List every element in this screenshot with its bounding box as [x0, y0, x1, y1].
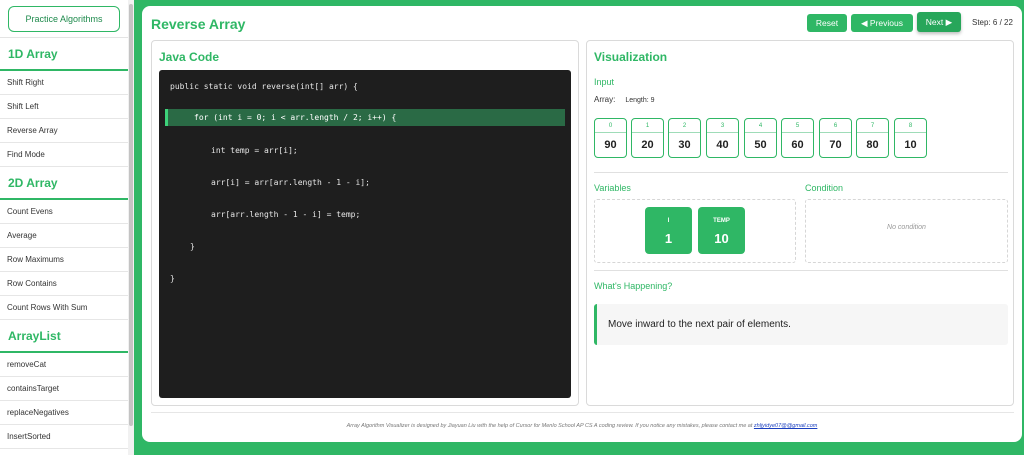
- contact-email-link[interactable]: zhljyidye07@@gmail.com: [754, 423, 817, 429]
- array-length: Length: 9: [625, 97, 655, 104]
- array-meta: Array: Length: 9: [594, 95, 655, 104]
- cell-value: 10: [904, 139, 917, 151]
- cell-index: 1: [632, 119, 663, 133]
- visualization-title: Visualization: [594, 50, 668, 64]
- sidebar-item-average[interactable]: Average: [0, 224, 128, 248]
- code-line: }: [170, 274, 175, 283]
- variable-value: 10: [714, 231, 729, 246]
- code-line: arr[i] = arr[arr.length - 1 - i];: [211, 178, 370, 187]
- array-cell: 2 30: [668, 118, 701, 158]
- reset-button[interactable]: Reset: [807, 14, 847, 32]
- sidebar-item-reverse-array[interactable]: Reverse Array: [0, 119, 128, 143]
- sidebar-item-count-evens[interactable]: Count Evens: [0, 200, 128, 224]
- sidebar-item-shift-right[interactable]: Shift Right: [0, 71, 128, 95]
- next-button[interactable]: Next ▶: [917, 12, 961, 32]
- code-block: public static void reverse(int[] arr) { …: [159, 70, 571, 398]
- sidebar-item-shift-left[interactable]: Shift Left: [0, 95, 128, 119]
- code-line: arr[arr.length - 1 - i] = temp;: [211, 210, 361, 219]
- array-cell: 1 20: [631, 118, 664, 158]
- cell-index: 3: [707, 119, 738, 133]
- code-line: public static void reverse(int[] arr) {: [170, 82, 358, 91]
- step-counter: Step: 6 / 22: [972, 18, 1013, 27]
- sidebar-item-row-maximums[interactable]: Row Maximums: [0, 248, 128, 272]
- variable-card-temp: TEMP 10: [698, 207, 745, 254]
- sidebar-item-insertsorted[interactable]: InsertSorted: [0, 425, 128, 449]
- cell-index: 6: [820, 119, 851, 133]
- section-arraylist: ArrayList: [0, 320, 128, 353]
- array-cell: 0 90: [594, 118, 627, 158]
- footer-text: Array Algorithm Visualizer is designed b…: [346, 423, 753, 429]
- sidebar-scrollbar-thumb[interactable]: [129, 4, 133, 426]
- code-line: }: [190, 242, 195, 251]
- code-line-highlighted: for (int i = 0; i < arr.length / 2; i++)…: [165, 109, 565, 126]
- section-1d-array: 1D Array: [0, 38, 128, 71]
- sidebar-item-containstarget[interactable]: containsTarget: [0, 377, 128, 401]
- cell-index: 4: [745, 119, 776, 133]
- visualization-panel: Visualization Input Array: Length: 9 0 90…: [586, 40, 1014, 406]
- explanation-box: Move inward to the next pair of elements…: [594, 304, 1008, 345]
- array-cell: 7 80: [856, 118, 889, 158]
- cell-index: 8: [895, 119, 926, 133]
- array-cell: 5 60: [781, 118, 814, 158]
- cell-index: 2: [669, 119, 700, 133]
- array-label: Array:: [594, 95, 616, 104]
- cell-value: 60: [791, 139, 804, 151]
- variable-name: I: [667, 218, 670, 224]
- footer-divider: [151, 412, 1014, 413]
- divider: [594, 270, 1008, 271]
- explanation-text: Move inward to the next pair of elements…: [608, 319, 791, 330]
- array-cell: 8 10: [894, 118, 927, 158]
- sidebar-item-row-contains[interactable]: Row Contains: [0, 272, 128, 296]
- cell-value: 70: [829, 139, 842, 151]
- cell-value: 50: [754, 139, 767, 151]
- sidebar-item-removecat[interactable]: removeCat: [0, 353, 128, 377]
- page-title: Reverse Array: [151, 16, 246, 32]
- cell-value: 80: [866, 139, 879, 151]
- condition-label: Condition: [805, 183, 844, 193]
- sidebar: Practice Algorithms 1D Array Shift Right…: [0, 0, 128, 455]
- code-panel-title: Java Code: [159, 50, 220, 64]
- previous-button[interactable]: ◀ Previous: [851, 14, 913, 32]
- cell-value: 20: [641, 139, 654, 151]
- sidebar-item-find-mode[interactable]: Find Mode: [0, 143, 128, 167]
- practice-algorithms-button[interactable]: Practice Algorithms: [8, 5, 120, 32]
- sidebar-scrollbar[interactable]: [128, 0, 134, 455]
- cell-index: 5: [782, 119, 813, 133]
- code-line: int temp = arr[i];: [211, 146, 298, 155]
- condition-text: No condition: [887, 224, 926, 231]
- cell-value: 90: [604, 139, 617, 151]
- cell-value: 40: [716, 139, 729, 151]
- array-cell: 4 50: [744, 118, 777, 158]
- variable-name: TEMP: [713, 218, 730, 224]
- sidebar-header: Practice Algorithms: [0, 0, 128, 38]
- array-cell: 6 70: [819, 118, 852, 158]
- variables-label: Variables: [594, 183, 631, 193]
- variable-card-i: I 1: [645, 207, 692, 254]
- main-panel: Reverse Array Reset ◀ Previous Next ▶ St…: [142, 6, 1022, 442]
- divider: [594, 172, 1008, 173]
- array-cell: 3 40: [706, 118, 739, 158]
- footer: Array Algorithm Visualizer is designed b…: [142, 423, 1022, 429]
- variables-box: I 1 TEMP 10: [594, 199, 796, 263]
- topbar: Reverse Array Reset ◀ Previous Next ▶ St…: [142, 6, 1022, 40]
- input-label: Input: [594, 77, 615, 87]
- sidebar-item-count-rows-with-sum[interactable]: Count Rows With Sum: [0, 296, 128, 320]
- whats-happening-label: What's Happening?: [594, 281, 673, 291]
- code-panel: Java Code public static void reverse(int…: [151, 40, 579, 406]
- condition-box: No condition: [805, 199, 1008, 263]
- cell-index: 0: [595, 119, 626, 133]
- cell-value: 30: [678, 139, 691, 151]
- variable-value: 1: [664, 231, 673, 246]
- section-2d-array: 2D Array: [0, 167, 128, 200]
- sidebar-item-replacenegatives[interactable]: replaceNegatives: [0, 401, 128, 425]
- cell-index: 7: [857, 119, 888, 133]
